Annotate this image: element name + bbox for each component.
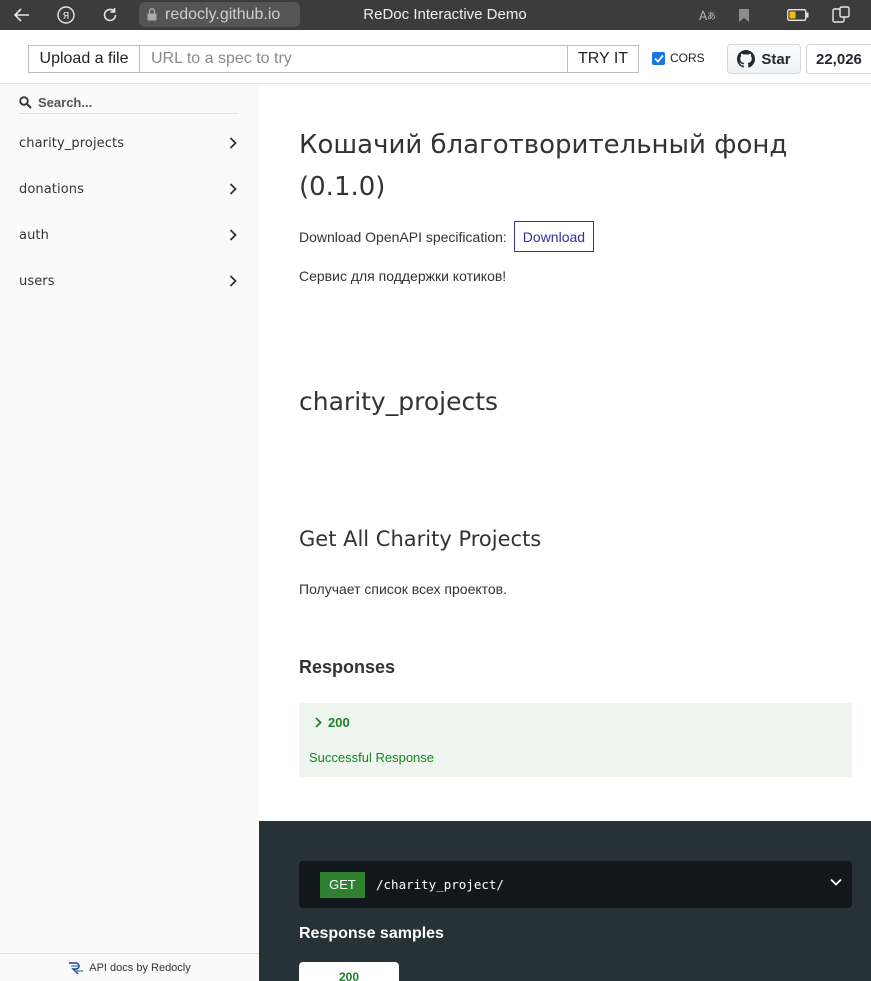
redocly-logo-icon — [69, 961, 84, 974]
back-arrow-icon[interactable] — [12, 5, 32, 25]
search-input[interactable] — [38, 94, 228, 110]
sidebar-item-auth[interactable]: auth — [0, 212, 259, 258]
chevron-right-icon — [229, 183, 237, 195]
samples-panel: GET /charity_project/ Response samples 2… — [259, 821, 871, 981]
endpoint-dropdown[interactable]: GET /charity_project/ — [299, 861, 852, 908]
download-row: Download OpenAPI specification: Download — [299, 221, 595, 252]
download-text: Download OpenAPI specification: — [299, 228, 507, 245]
cors-toggle[interactable]: CORS — [652, 51, 705, 65]
chevron-right-icon — [229, 137, 237, 149]
sidebar-item-label: users — [19, 273, 55, 289]
yandex-icon[interactable]: Я — [56, 5, 76, 25]
sidebar-item-label: auth — [19, 227, 49, 243]
extensions-icon[interactable] — [831, 5, 851, 25]
sidebar-item-charity-projects[interactable]: charity_projects — [0, 120, 259, 166]
api-title: Кошачий благотворительный фонд (0.1.0) — [299, 130, 788, 202]
http-method-badge: GET — [320, 871, 365, 898]
search-box[interactable] — [19, 91, 238, 114]
main-content: Кошачий благотворительный фонд (0.1.0) D… — [259, 84, 871, 821]
lock-icon — [147, 8, 157, 21]
sidebar-item-label: donations — [19, 181, 84, 197]
browser-tab-title: ReDoc Interactive Demo — [363, 6, 527, 23]
address-bar[interactable]: redocly.github.io — [139, 2, 300, 27]
sample-tab-200[interactable]: 200 — [299, 962, 399, 981]
try-it-button[interactable]: TRY IT — [567, 45, 639, 73]
translate-icon[interactable]: Aあ — [698, 5, 718, 25]
chevron-right-icon — [229, 229, 237, 241]
response-samples-title: Response samples — [299, 925, 444, 942]
search-icon — [19, 95, 32, 109]
address-text: redocly.github.io — [165, 5, 281, 23]
redocly-footer-link[interactable]: API docs by Redocly — [0, 953, 259, 981]
bookmark-icon[interactable] — [734, 5, 754, 25]
github-star-button[interactable]: Star — [727, 44, 801, 74]
endpoint-path: /charity_project/ — [376, 877, 504, 892]
demo-toolbar: Upload a file TRY IT CORS Star 22,026 — [0, 30, 871, 84]
chevron-down-icon — [830, 878, 842, 886]
svg-text:Я: Я — [63, 11, 70, 22]
upload-file-button[interactable]: Upload a file — [28, 45, 140, 73]
sidebar-item-users[interactable]: users — [0, 258, 259, 304]
redocly-footer-text: API docs by Redocly — [89, 961, 191, 974]
star-count[interactable]: 22,026 — [806, 44, 871, 74]
reload-icon[interactable] — [100, 5, 120, 25]
response-code: 200 — [328, 715, 350, 730]
browser-toolbar: Я redocly.github.io ReDoc Interactive De… — [0, 0, 871, 30]
github-icon — [737, 50, 756, 68]
spec-url-input[interactable] — [139, 45, 568, 73]
battery-icon — [786, 5, 810, 25]
svg-text:あ: あ — [707, 11, 716, 22]
chevron-right-icon — [229, 275, 237, 287]
star-label: Star — [761, 50, 791, 68]
operation-description: Получает список всех проектов. — [299, 581, 508, 597]
cors-label: CORS — [670, 51, 705, 65]
response-description: Successful Response — [309, 750, 435, 765]
response-200-panel[interactable]: 200 Successful Response — [299, 703, 852, 777]
sidebar-item-donations[interactable]: donations — [0, 166, 259, 212]
chevron-right-icon — [315, 717, 322, 728]
api-description: Сервис для поддержки котиков! — [299, 268, 507, 284]
download-button[interactable]: Download — [513, 221, 595, 252]
response-code-toggle[interactable]: 200 — [315, 715, 350, 730]
cors-checkbox[interactable] — [652, 51, 665, 65]
sidebar-item-label: charity_projects — [19, 135, 125, 151]
sidebar: charity_projects donations auth users AP… — [0, 84, 259, 981]
tag-title: charity_projects — [299, 387, 499, 416]
responses-title: Responses — [299, 657, 396, 677]
operation-title: Get All Charity Projects — [299, 527, 542, 551]
